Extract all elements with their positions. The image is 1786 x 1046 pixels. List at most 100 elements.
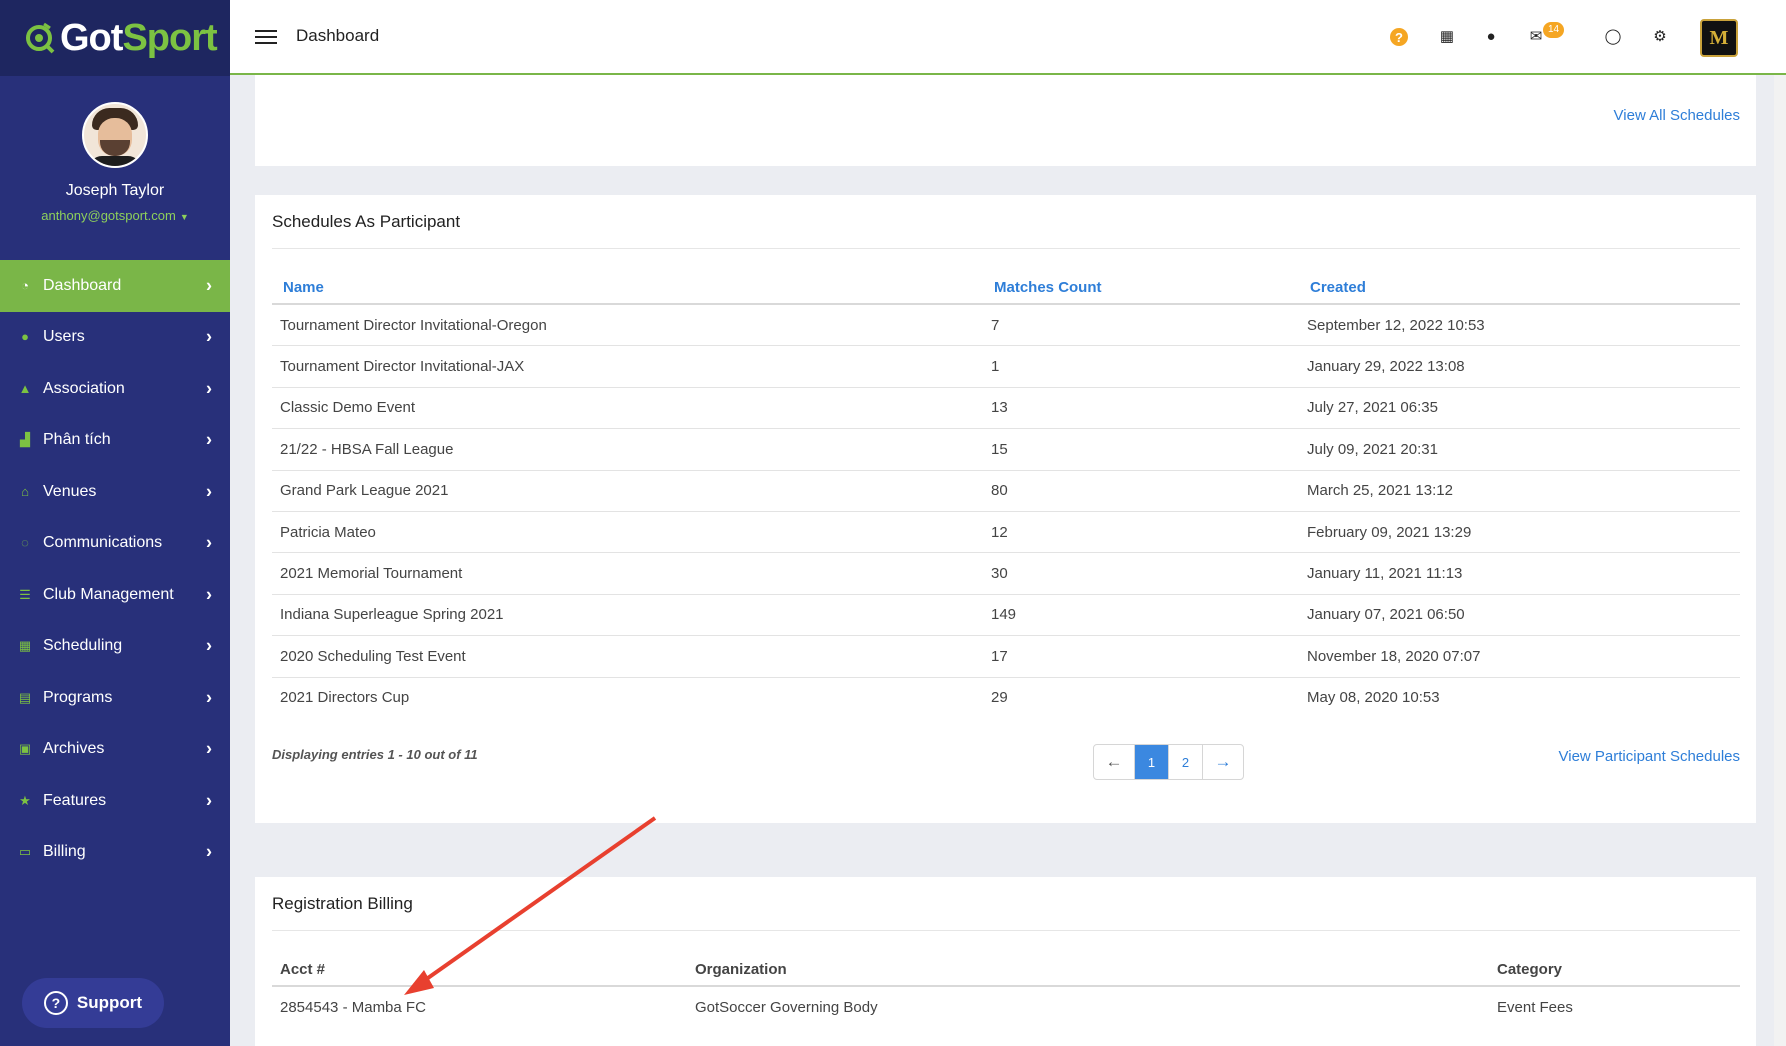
chevron-right-icon: › bbox=[206, 687, 212, 708]
scrollbar[interactable] bbox=[1774, 75, 1786, 1046]
pagination-prev-button[interactable]: ← bbox=[1094, 745, 1134, 779]
matches-count: 149 bbox=[983, 593, 1299, 636]
created-date: September 12, 2022 10:53 bbox=[1307, 316, 1485, 334]
hamburger-menu-icon[interactable] bbox=[255, 30, 277, 48]
sidebar-item-label: Billing bbox=[43, 843, 86, 861]
user-icon[interactable]: ● bbox=[1479, 24, 1503, 48]
archive-icon: ▣ bbox=[18, 741, 32, 757]
sidebar-item-label: Archives bbox=[43, 740, 105, 758]
column-header-acct: Acct # bbox=[272, 954, 687, 987]
schedule-name-link[interactable]: Tournament Director Invitational-Oregon bbox=[272, 304, 983, 346]
chart-icon: ▟ bbox=[20, 432, 30, 448]
schedule-name-link[interactable]: Indiana Superleague Spring 2021 bbox=[272, 593, 983, 636]
user-profile: Joseph Taylor anthony@gotsport.com ▼ bbox=[0, 76, 230, 256]
organization-logo[interactable]: M bbox=[1700, 19, 1738, 57]
document-icon: ▤ bbox=[18, 689, 32, 705]
panel-title: Registration Billing bbox=[272, 894, 413, 913]
user-email-dropdown[interactable]: anthony@gotsport.com ▼ bbox=[0, 208, 230, 223]
avatar[interactable] bbox=[82, 102, 148, 168]
chevron-right-icon: › bbox=[206, 481, 212, 502]
matches-count: 12 bbox=[983, 510, 1299, 553]
chevron-right-icon: › bbox=[206, 532, 212, 553]
pagination-page-2[interactable]: 2 bbox=[1168, 745, 1202, 779]
chat-bubble-icon[interactable]: ◯ bbox=[1601, 24, 1625, 48]
registration-billing-panel: Registration Billing Acct # Organization… bbox=[255, 877, 1756, 1046]
schedule-name-link[interactable]: 21/22 - HBSA Fall League bbox=[272, 428, 983, 471]
chevron-right-icon: › bbox=[206, 790, 212, 811]
table-row: Tournament Director Invitational-Oregon 7… bbox=[272, 304, 1740, 346]
sidebar-item-billing[interactable]: ▭ Billing › bbox=[0, 827, 230, 879]
user-name: Joseph Taylor bbox=[65, 182, 165, 199]
sidebar-item-communications[interactable]: ◌ Communications › bbox=[0, 518, 230, 570]
schedule-name-link[interactable]: Tournament Director Invitational-JAX bbox=[272, 345, 983, 388]
gear-icon[interactable]: ⚙ bbox=[1648, 24, 1672, 48]
sitemap-icon: ▲ bbox=[18, 380, 32, 396]
column-header-matches-count[interactable]: Matches Count bbox=[983, 272, 1299, 305]
support-button[interactable]: ? Support bbox=[22, 978, 164, 1028]
qr-code-icon[interactable]: ▦ bbox=[1435, 24, 1459, 48]
calendar-icon: ▦ bbox=[18, 638, 32, 654]
sidebar-item-label: Club Management bbox=[43, 585, 174, 603]
account-link[interactable]: 2854543 - Mamba FC bbox=[272, 986, 687, 1027]
column-header-category: Category bbox=[1489, 954, 1740, 987]
help-icon[interactable]: ? bbox=[1390, 28, 1408, 46]
sidebar-item-archives[interactable]: ▣ Archives › bbox=[0, 724, 230, 776]
credit-card-icon: ▭ bbox=[18, 844, 32, 860]
pagination-next-button[interactable]: → bbox=[1202, 745, 1243, 779]
schedules-panel-top: View All Schedules bbox=[255, 75, 1756, 166]
page-title: Dashboard bbox=[296, 26, 380, 45]
schedule-name-link[interactable]: 2021 Directors Cup bbox=[272, 676, 983, 718]
schedule-name-link[interactable]: Patricia Mateo bbox=[272, 510, 983, 553]
created-date: February 09, 2021 13:29 bbox=[1299, 510, 1740, 553]
chevron-right-icon: › bbox=[206, 429, 212, 450]
entries-count-text: Displaying entries 1 - 10 out of 11 bbox=[272, 747, 478, 762]
sidebar-item-scheduling[interactable]: ▦ Scheduling › bbox=[0, 621, 230, 673]
created-date: January 11, 2021 11:13 bbox=[1299, 552, 1740, 595]
sidebar-item-club-management[interactable]: ☰ Club Management › bbox=[0, 569, 230, 621]
chat-icon: ◌ bbox=[21, 535, 29, 551]
schedule-name-link[interactable]: Classic Demo Event bbox=[272, 386, 983, 429]
schedule-name-link[interactable]: Grand Park League 2021 bbox=[272, 469, 983, 512]
panel-title: Schedules As Participant bbox=[272, 212, 461, 231]
table-row: 2854543 - Mamba FC GotSoccer Governing B… bbox=[272, 986, 1740, 1027]
list-icon: ☰ bbox=[19, 586, 31, 602]
sidebar-item-label: Features bbox=[43, 791, 107, 809]
chevron-right-icon: › bbox=[206, 378, 212, 399]
billing-table: Acct # Organization Category 2854543 - M… bbox=[272, 954, 1740, 1027]
schedule-name-link[interactable]: 2021 Memorial Tournament bbox=[272, 552, 983, 595]
view-all-schedules-link[interactable]: View All Schedules bbox=[1614, 107, 1740, 124]
chevron-right-icon: › bbox=[206, 584, 212, 605]
sidebar-item-dashboard[interactable]: ◔ Dashboard › bbox=[0, 260, 230, 312]
column-header-name[interactable]: Name bbox=[272, 272, 983, 305]
sidebar-item-users[interactable]: ● Users › bbox=[0, 312, 230, 364]
brand-logo[interactable]: GotSport bbox=[0, 0, 230, 76]
sidebar-item-features[interactable]: ★ Features › bbox=[0, 775, 230, 827]
sidebar-item-label: Phân tích bbox=[43, 431, 111, 449]
divider bbox=[272, 930, 1740, 931]
matches-count: 80 bbox=[983, 469, 1299, 512]
pagination-page-1[interactable]: 1 bbox=[1134, 745, 1168, 779]
help-circle-icon: ? bbox=[43, 991, 68, 1015]
table-row: Classic Demo Event 13 July 27, 2021 06:35 bbox=[272, 386, 1740, 429]
dashboard-icon: ◔ bbox=[21, 277, 29, 293]
table-row: Grand Park League 2021 80 March 25, 2021 1… bbox=[272, 469, 1740, 512]
matches-count: 15 bbox=[983, 428, 1299, 471]
created-date: July 27, 2021 06:35 bbox=[1299, 386, 1740, 429]
sidebar-item-programs[interactable]: ▤ Programs › bbox=[0, 672, 230, 724]
view-participant-schedules-link[interactable]: View Participant Schedules bbox=[1559, 748, 1741, 765]
chevron-right-icon: › bbox=[206, 326, 212, 347]
gotsport-logo-icon bbox=[26, 22, 55, 54]
matches-count: 17 bbox=[983, 635, 1299, 678]
sidebar-item-association[interactable]: ▲ Association › bbox=[0, 363, 230, 415]
support-label: Support bbox=[76, 993, 143, 1012]
schedule-name-link[interactable]: 2020 Scheduling Test Event bbox=[272, 635, 983, 678]
sidebar-item-venues[interactable]: ⌂ Venues › bbox=[0, 466, 230, 518]
chevron-right-icon: › bbox=[206, 635, 212, 656]
table-row: Tournament Director Invitational-JAX 1 Jan… bbox=[272, 345, 1740, 388]
chevron-right-icon: › bbox=[206, 275, 212, 296]
sidebar-item-analytics[interactable]: ▟ Phân tích › bbox=[0, 415, 230, 467]
chevron-right-icon: › bbox=[206, 738, 212, 759]
created-date: March 25, 2021 13:12 bbox=[1299, 469, 1740, 512]
sidebar: GotSport Joseph Taylor anthony@gotsport.… bbox=[0, 0, 230, 1046]
column-header-created[interactable]: Created bbox=[1299, 272, 1740, 305]
